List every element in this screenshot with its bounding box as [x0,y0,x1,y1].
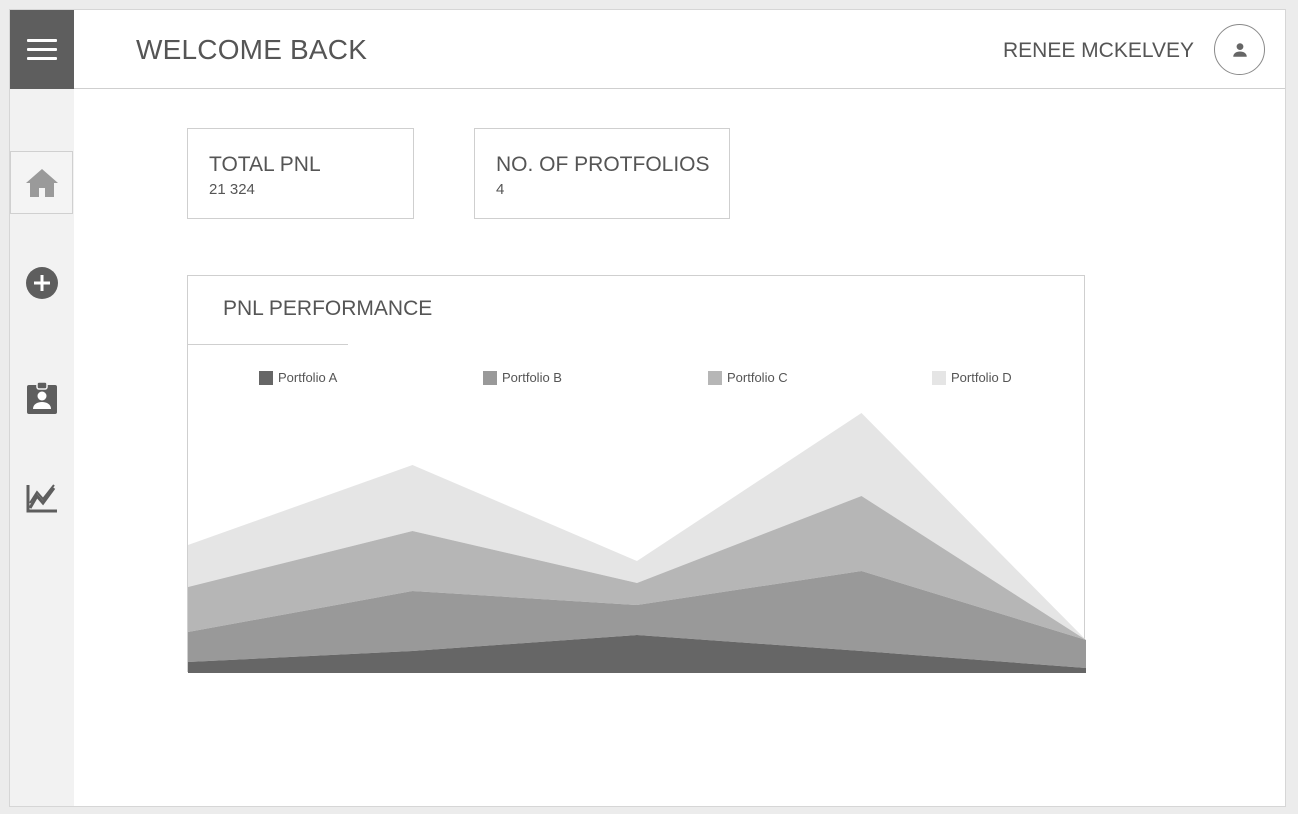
card-value: 21 324 [209,181,255,198]
legend-label: Portfolio B [502,370,562,385]
card-value: 4 [496,181,505,198]
top-header: WELCOME BACK RENEE MCKELVEY [74,10,1285,89]
sidebar-item-home[interactable] [10,151,73,214]
sidebar-item-profile[interactable] [10,366,73,429]
pnl-performance-chart: PNL PERFORMANCE Portfolio A Portfolio B Po… [187,275,1086,673]
legend-swatch [483,370,497,385]
legend-swatch [708,370,722,385]
sidebar-item-performance[interactable] [10,466,73,529]
legend-item: Portfolio D [932,370,1012,385]
legend-item: Portfolio C [708,370,788,385]
card-title: NO. OF PROTFOLIOS [496,153,710,176]
legend-swatch [259,370,273,385]
hamburger-line [27,57,57,60]
chart-line-icon [26,483,57,512]
hamburger-menu-icon [27,39,57,42]
divider [188,344,348,345]
total-pnl-card: TOTAL PNL 21 324 [187,128,414,219]
hamburger-line [27,48,57,51]
clipboard-user-icon [26,380,57,414]
portfolio-count-card: NO. OF PROTFOLIOS 4 [474,128,730,219]
legend-label: Portfolio D [951,370,1012,385]
chart-title: PNL PERFORMANCE [223,297,433,320]
chart-plot [188,413,1086,673]
home-icon [25,168,58,197]
user-icon [1232,42,1247,57]
user-name: RENEE MCKELVEY [1003,39,1194,62]
app-window: WELCOME BACK RENEE MCKELVEY TOTAL PNL 21… [9,9,1286,807]
legend-swatch [932,370,946,385]
sidebar-item-add[interactable] [10,251,73,314]
legend-label: Portfolio C [727,370,788,385]
legend-item: Portfolio B [483,370,562,385]
avatar-button[interactable] [1214,24,1265,75]
add-circle-icon [25,266,58,299]
card-title: TOTAL PNL [209,153,321,176]
legend-label: Portfolio A [278,370,338,385]
page-title: WELCOME BACK [136,34,368,65]
sidebar [10,89,74,806]
legend-item: Portfolio A [259,370,337,385]
menu-button[interactable] [10,10,74,89]
